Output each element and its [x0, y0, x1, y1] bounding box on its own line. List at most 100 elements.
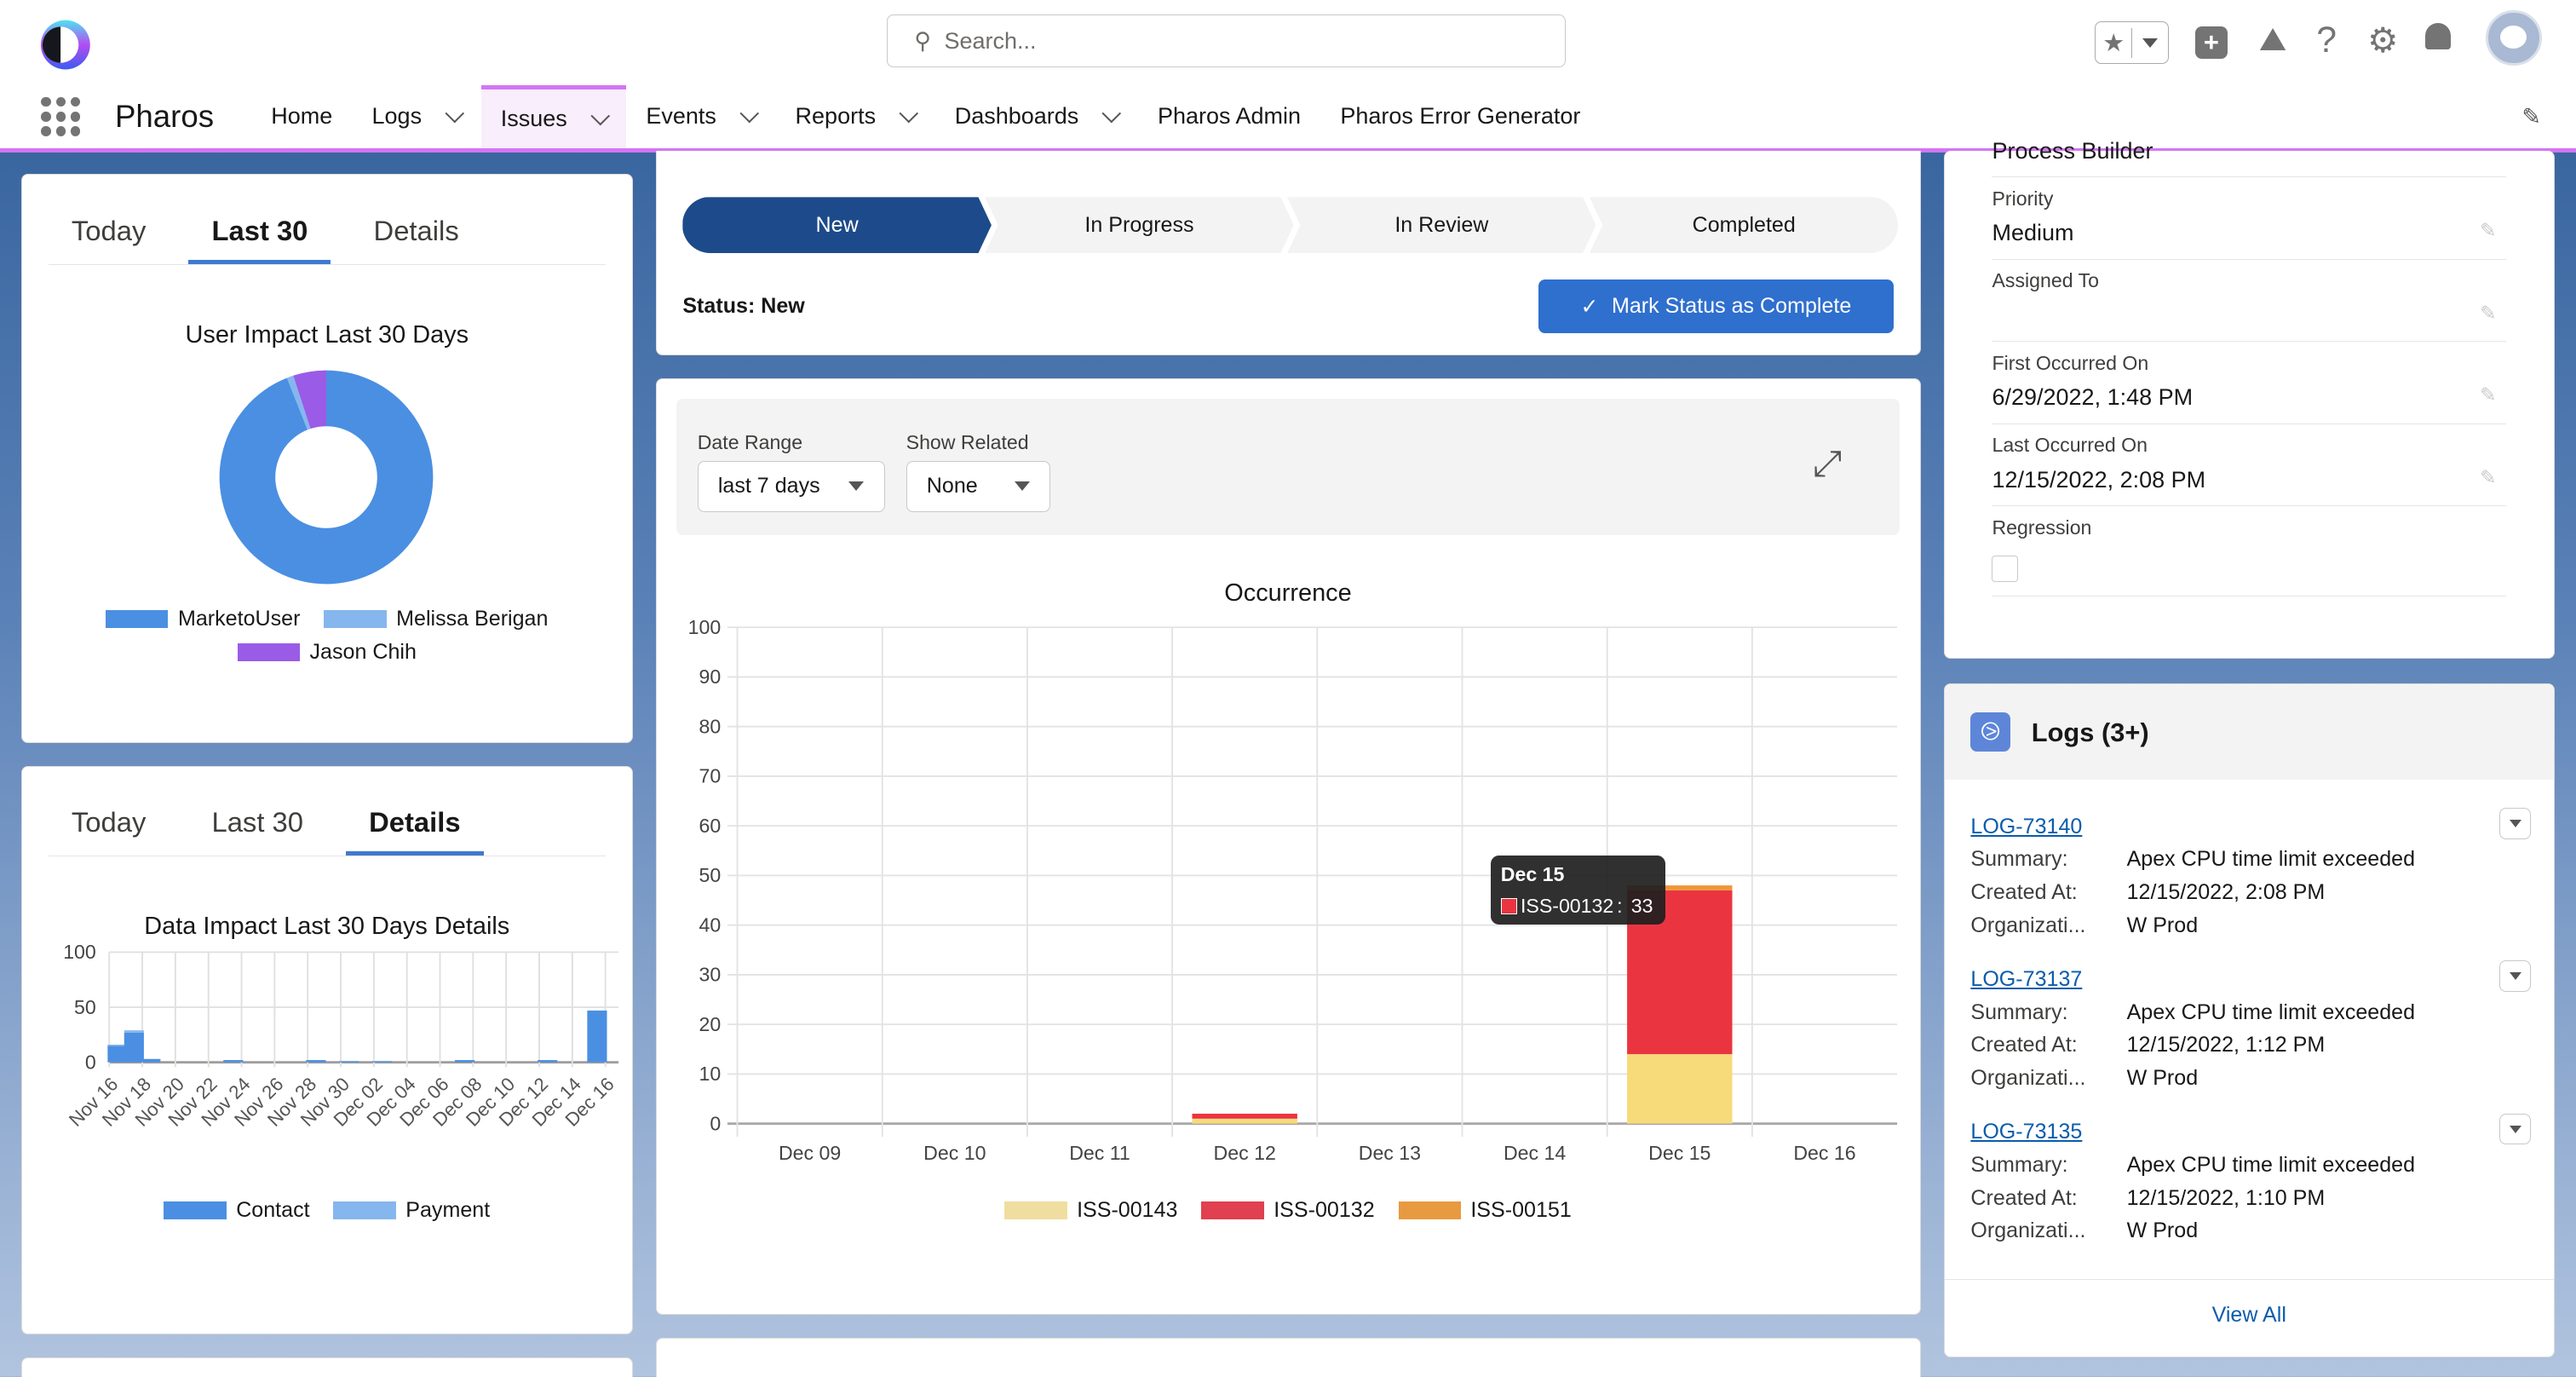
bar [587, 1011, 607, 1063]
log-link[interactable]: LOG-73135 [1970, 1120, 2082, 1144]
tab-today[interactable]: Today [49, 205, 169, 263]
trailhead-icon[interactable]: ⛰ [2259, 21, 2286, 59]
chevron-down-icon [2509, 819, 2521, 827]
nav-item-pharos-error-generator[interactable]: Pharos Error Generator [1320, 85, 1600, 147]
tab-last-30[interactable]: Last 30 [188, 796, 325, 855]
bar [223, 1060, 244, 1063]
bar [124, 1030, 144, 1033]
path-step-in-review[interactable]: In Review [1287, 197, 1596, 253]
x-tick-label: Dec 09 [778, 1142, 840, 1164]
regression-checkbox[interactable] [1992, 555, 2019, 582]
chevron-down-icon[interactable] [739, 104, 759, 124]
global-search-input[interactable]: ⚲ Search... [887, 14, 1566, 68]
app-launcher-icon[interactable] [41, 96, 81, 137]
nav-item-home[interactable]: Home [251, 85, 352, 147]
bar [1626, 1053, 1733, 1124]
chevron-down-icon[interactable] [1101, 104, 1121, 124]
y-tick-label: 70 [699, 764, 721, 786]
user-impact-donut-chart[interactable] [211, 362, 441, 592]
nav-bar: Home Logs Issues Events Reports Dashboar… [251, 85, 1601, 148]
notifications-bell-icon[interactable] [2424, 23, 2452, 49]
issue-details-card: Process Builder Priority Medium ✎ Assigned… [1943, 138, 2555, 660]
help-icon[interactable]: ? [2316, 20, 2337, 60]
field-partial: Process Builder [1992, 138, 2507, 178]
chevron-down-icon [2509, 972, 2521, 980]
user-impact-tabs: Today Last 30 Details [48, 205, 606, 265]
y-tick-label: 80 [699, 715, 721, 737]
y-tick-label: 30 [699, 963, 721, 985]
setup-gear-icon[interactable]: ⚙ [2367, 20, 2398, 60]
star-icon: ★ [2096, 27, 2133, 58]
chevron-down-icon[interactable] [445, 104, 464, 124]
x-tick-label: Dec 12 [1213, 1142, 1275, 1164]
edit-pencil-icon[interactable]: ✎ [2480, 466, 2496, 489]
y-tick-label: 50 [699, 864, 721, 886]
path-step-new[interactable]: New [682, 197, 992, 253]
view-all-link[interactable]: View All [1944, 1279, 2554, 1328]
bar [455, 1060, 475, 1063]
date-range-select[interactable]: last 7 days [697, 460, 885, 512]
x-tick-label: Dec 13 [1358, 1142, 1420, 1164]
chevron-down-icon [2142, 37, 2158, 48]
bar [1191, 1118, 1297, 1124]
status-path: New In Progress In Review Completed [682, 197, 1899, 253]
expand-icon[interactable]: ⤢ [1813, 443, 1842, 485]
path-step-in-progress[interactable]: In Progress [985, 197, 1294, 253]
nav-item-reports[interactable]: Reports [775, 85, 934, 147]
lower-card [655, 1337, 1921, 1377]
y-tick-label: 0 [85, 1051, 96, 1074]
legend-item[interactable]: Jason Chih [237, 636, 417, 669]
chevron-down-icon[interactable] [590, 106, 610, 125]
bar [339, 1061, 359, 1063]
field-regression: Regression [1992, 506, 2507, 597]
nav-item-dashboards[interactable]: Dashboards [935, 85, 1138, 147]
legend-item[interactable]: Payment [333, 1198, 490, 1223]
legend-item[interactable]: MarketoUser [106, 602, 300, 636]
favorites-button[interactable]: ★ [2094, 21, 2169, 65]
edit-pencil-icon[interactable]: ✎ [2480, 383, 2496, 406]
tab-last-30[interactable]: Last 30 [188, 205, 331, 264]
chart-legend: Contact Payment [22, 1196, 631, 1226]
pharos-logo[interactable] [39, 12, 95, 78]
mark-status-complete-button[interactable]: ✓ Mark Status as Complete [1538, 279, 1894, 334]
show-related-label: Show Related [906, 431, 1029, 454]
search-icon: ⚲ [914, 27, 932, 54]
nav-item-pharos-admin[interactable]: Pharos Admin [1138, 85, 1320, 147]
path-step-completed[interactable]: Completed [1589, 197, 1899, 253]
nav-item-logs[interactable]: Logs [352, 85, 480, 147]
legend-item[interactable]: Contact [164, 1198, 310, 1223]
legend-item[interactable]: ISS-00132 [1201, 1198, 1375, 1223]
nav-item-issues[interactable]: Issues [480, 85, 627, 148]
field-assigned-to: Assigned To ✎ [1992, 260, 2507, 343]
x-tick-label: Dec 14 [1503, 1142, 1565, 1164]
row-actions-dropdown[interactable] [2499, 960, 2532, 993]
field-priority: Priority Medium ✎ [1992, 177, 2507, 260]
chevron-down-icon [848, 481, 865, 491]
avatar[interactable] [2485, 9, 2542, 66]
y-tick-label: 90 [699, 665, 721, 688]
log-link[interactable]: LOG-73140 [1970, 815, 2082, 838]
tab-details[interactable]: Details [346, 796, 484, 856]
show-related-select[interactable]: None [906, 460, 1051, 512]
tab-details[interactable]: Details [351, 205, 482, 263]
legend-item[interactable]: ISS-00151 [1398, 1198, 1572, 1223]
nav-item-events[interactable]: Events [626, 85, 775, 147]
x-tick-label: Dec 10 [923, 1142, 986, 1164]
legend-item[interactable]: Melissa Berigan [324, 602, 548, 636]
chevron-down-icon [2509, 1125, 2521, 1133]
chevron-down-icon [1015, 481, 1031, 491]
data-impact-tabs: Today Last 30 Details [48, 796, 606, 856]
row-actions-dropdown[interactable] [2499, 807, 2532, 839]
edit-pencil-icon[interactable]: ✎ [2480, 219, 2496, 242]
add-icon[interactable]: + [2194, 26, 2228, 60]
edit-nav-pencil-icon[interactable]: ✎ [2521, 104, 2541, 130]
chevron-down-icon[interactable] [899, 104, 918, 124]
row-actions-dropdown[interactable] [2499, 1113, 2532, 1145]
field-last-occurred: Last Occurred On 12/15/2022, 2:08 PM ✎ [1992, 424, 2507, 506]
checkmark-icon: ✓ [1580, 294, 1599, 319]
tab-today[interactable]: Today [49, 796, 169, 855]
logs-title[interactable]: Logs (3+) [2032, 717, 2149, 748]
edit-pencil-icon[interactable]: ✎ [2480, 302, 2496, 325]
log-link[interactable]: LOG-73137 [1970, 967, 2082, 991]
legend-item[interactable]: ISS-00143 [1004, 1198, 1178, 1223]
